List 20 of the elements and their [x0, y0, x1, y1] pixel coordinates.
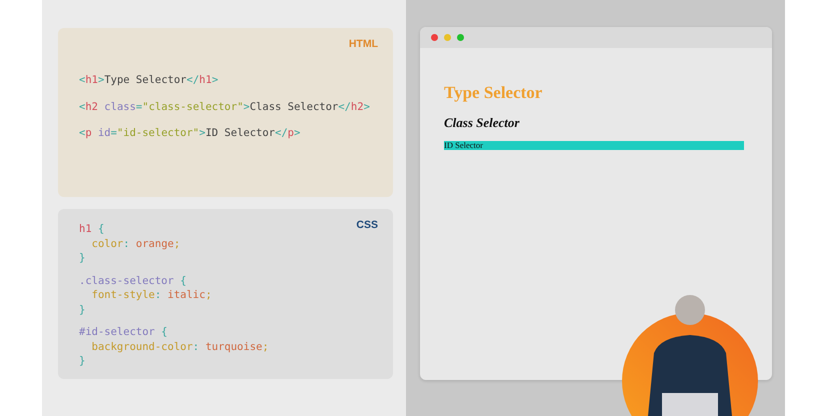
highlighted-paragraph: ID Selector: [444, 140, 744, 150]
window-control-dot[interactable]: [431, 34, 438, 41]
heading: Type Selector: [444, 83, 542, 104]
code-line: .class-selector {: [79, 274, 186, 288]
code-line: }: [79, 302, 86, 317]
code-line: }: [79, 354, 86, 368]
code-line: h1 {: [79, 222, 104, 236]
code-line: <h1>Type Selector</h1>: [79, 73, 218, 88]
code-line: #id-selector {: [79, 325, 168, 340]
code-line: color: orange;: [90, 236, 180, 251]
code-line: background-color: turquoise;: [90, 340, 269, 354]
code-line: font-style: italic;: [90, 288, 212, 302]
window-control-dot[interactable]: [457, 34, 464, 41]
panel-label: CSS: [356, 218, 378, 233]
code-line: <h2 class="class-selector">Class Selector</h2>: [79, 100, 370, 114]
panel-label: HTML: [348, 37, 378, 52]
window-control-dot[interactable]: [444, 34, 451, 41]
code-line: <p id="id-selector">ID Selector</p>: [79, 126, 300, 140]
code-line: }: [79, 251, 86, 266]
subheading: Class Selector: [444, 115, 520, 131]
